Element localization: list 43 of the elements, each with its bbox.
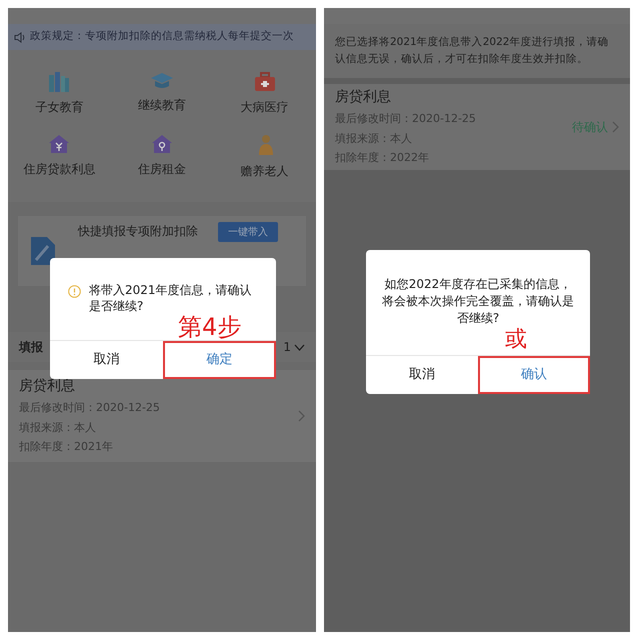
step-annotation: 第4步 xyxy=(178,315,242,339)
dialog-button[interactable]: 确定 xyxy=(163,341,276,379)
category-item[interactable]: 赡养老人 xyxy=(213,134,316,180)
dialog-message: 如您2022年度存在已采集的信息，将会被本次操作完全覆盖，请确认是否继续? xyxy=(381,276,575,327)
category-item[interactable]: 子女教育 xyxy=(8,72,111,116)
record-detail: 填报来源：本人 xyxy=(19,420,97,436)
or-annotation: 或 xyxy=(505,328,527,352)
chevron-down-icon xyxy=(294,344,305,350)
chevron-right-icon xyxy=(298,410,305,422)
category-item[interactable]: 住房贷款利息 xyxy=(8,134,111,180)
speaker-icon xyxy=(14,32,26,42)
dialog-message: 将带入2021年度信息，请确认是否继续? xyxy=(89,282,253,314)
record-detail: 扣除年度：2021年 xyxy=(19,439,114,456)
status-label: 待确认 xyxy=(572,119,608,136)
house-yen-icon xyxy=(48,134,70,154)
house-key-icon xyxy=(150,134,173,154)
category-item[interactable]: 大病医疗 xyxy=(213,72,316,116)
category-label: 继续教育 xyxy=(138,97,186,114)
category-item[interactable]: 住房租金 xyxy=(110,134,214,180)
medical-kit-icon xyxy=(254,72,276,92)
dialog-button[interactable]: 取消 xyxy=(366,356,478,394)
books-icon xyxy=(48,72,70,92)
category-label: 子女教育 xyxy=(35,99,84,116)
quick-fill-title: 快捷填报专项附加扣除 xyxy=(78,223,198,240)
chevron-right-icon xyxy=(612,121,619,133)
notice-text: 政策规定：专项附加扣除的信息需纳税人每年提交一次 xyxy=(30,29,294,44)
category-label: 住房租金 xyxy=(138,161,186,178)
section-title: 填报 xyxy=(19,339,43,356)
notice-text: 您已选择将2021年度信息带入2022年度进行填报，请确认信息无误，确认后，才可在扣除年度生效并扣除。 xyxy=(335,35,610,67)
category-item[interactable]: 继续教育 xyxy=(110,72,214,116)
category-label: 赡养老人 xyxy=(240,163,289,180)
dialog-button[interactable]: 确认 xyxy=(478,356,590,394)
record-card[interactable]: 房贷利息 最后修改时间：2020-12-25 填报来源：本人 扣除年度：2021年 xyxy=(8,370,316,462)
year-value: 1 xyxy=(283,339,291,356)
category-label: 住房贷款利息 xyxy=(23,161,96,178)
one-click-import-button[interactable]: 一键带入 xyxy=(218,222,278,242)
category-label: 大病医疗 xyxy=(240,99,289,116)
record-title: 房贷利息 xyxy=(19,377,76,396)
record-detail: 最后修改时间：2020-12-25 xyxy=(19,400,160,416)
record-title: 房贷利息 xyxy=(335,88,392,108)
graduation-cap-icon xyxy=(150,72,174,90)
warning-icon xyxy=(68,285,81,298)
document-icon xyxy=(30,236,56,266)
